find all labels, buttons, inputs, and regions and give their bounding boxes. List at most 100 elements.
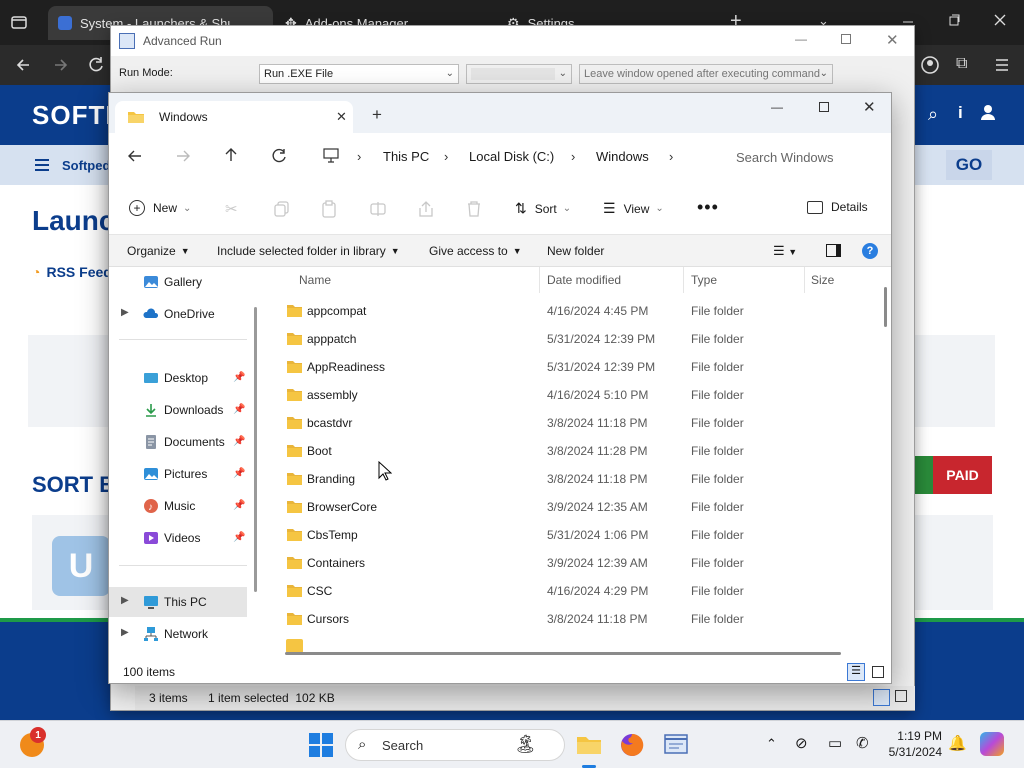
nav-label[interactable]: Softpedi xyxy=(62,158,114,173)
tab-list-icon[interactable] xyxy=(10,13,28,31)
details-button[interactable]: Details xyxy=(807,200,868,214)
info-icon[interactable]: i xyxy=(958,103,963,123)
maximize-icon[interactable] xyxy=(819,102,829,112)
pin-icon[interactable]: 📌 xyxy=(233,436,245,447)
new-tab-icon[interactable]: + xyxy=(372,105,382,125)
hamburger-icon[interactable] xyxy=(34,158,50,172)
pin-icon[interactable]: 📌 xyxy=(233,500,245,511)
secondary-select[interactable]: ⌄ xyxy=(466,64,572,84)
nav-item-this-pc[interactable]: ▶ This PC xyxy=(109,587,247,617)
search-icon[interactable]: ⌕ xyxy=(928,104,938,125)
give-access-menu[interactable]: Give access to ▼ xyxy=(429,244,522,258)
back-icon[interactable] xyxy=(14,55,34,75)
share-icon[interactable] xyxy=(417,200,435,218)
file-row[interactable]: BrowserCore 3/9/2024 12:35 AM File folder xyxy=(259,493,877,521)
copilot-icon[interactable] xyxy=(980,732,1004,756)
column-header-name[interactable]: Name xyxy=(299,273,331,287)
file-row[interactable]: AppReadiness 5/31/2024 12:39 PM File folde… xyxy=(259,353,877,381)
column-header-date[interactable]: Date modified xyxy=(547,273,621,287)
file-row[interactable]: Branding 3/8/2024 11:18 PM File folder xyxy=(259,465,877,493)
close-icon[interactable] xyxy=(990,10,1016,36)
file-explorer-icon[interactable] xyxy=(575,731,603,759)
nav-item-videos[interactable]: Videos 📌 xyxy=(109,523,247,553)
taskbar-search[interactable]: ⌕ Search 🏝 xyxy=(345,729,565,761)
forward-icon[interactable] xyxy=(175,148,191,164)
rename-icon[interactable] xyxy=(369,200,387,218)
breadcrumb-this-pc[interactable]: This PC xyxy=(383,149,429,164)
file-row[interactable]: Containers 3/9/2024 12:39 AM File folder xyxy=(259,549,877,577)
nav-scrollbar[interactable] xyxy=(254,307,257,592)
pin-icon[interactable]: 📌 xyxy=(233,468,245,479)
pin-icon[interactable]: 📌 xyxy=(233,532,245,543)
site-logo[interactable]: SOFTI xyxy=(32,100,114,131)
display-icon[interactable]: ▭ xyxy=(828,734,842,752)
tiles-view-icon[interactable] xyxy=(872,666,884,678)
clock[interactable]: 1:19 PM 5/31/2024 xyxy=(886,728,942,760)
file-row[interactable]: bcastdvr 3/8/2024 11:18 PM File folder xyxy=(259,409,877,437)
app-thumbnail[interactable]: U xyxy=(52,536,110,596)
go-button[interactable]: GO xyxy=(946,150,992,180)
advanced-run-icon[interactable] xyxy=(662,731,690,759)
extensions-icon[interactable]: ⧉ xyxy=(956,55,976,75)
more-options-icon[interactable]: ••• xyxy=(697,197,719,218)
nav-item-downloads[interactable]: Downloads 📌 xyxy=(109,395,247,425)
rss-link[interactable]: ◔ RSS Feed xyxy=(32,264,112,280)
nav-item-gallery[interactable]: Gallery xyxy=(109,267,247,297)
menu-icon[interactable] xyxy=(992,55,1012,75)
start-icon[interactable] xyxy=(307,731,335,759)
file-row[interactable]: Boot 3/8/2024 11:28 PM File folder xyxy=(259,437,877,465)
file-row[interactable]: assembly 4/16/2024 5:10 PM File folder xyxy=(259,381,877,409)
search-input[interactable]: Search Windows xyxy=(724,143,889,173)
new-folder-button[interactable]: New folder xyxy=(547,244,604,258)
close-icon[interactable]: ✕ xyxy=(886,31,899,49)
reload-icon[interactable] xyxy=(86,55,106,75)
nav-item-desktop[interactable]: Desktop 📌 xyxy=(109,363,247,393)
close-icon[interactable]: ✕ xyxy=(863,98,876,116)
chevron-right-icon[interactable]: ▶ xyxy=(121,307,129,318)
bell-icon[interactable]: 🔔 xyxy=(948,734,967,752)
minimize-icon[interactable]: — xyxy=(795,32,807,46)
pin-icon[interactable]: 📌 xyxy=(233,404,245,415)
paste-icon[interactable] xyxy=(320,200,338,218)
close-tab-icon[interactable]: ✕ xyxy=(336,109,347,125)
run-mode-select[interactable]: Run .EXE File ⌄ xyxy=(259,64,459,84)
forward-icon[interactable] xyxy=(50,55,70,75)
view-button[interactable]: ☰ View ⌄ xyxy=(603,200,664,217)
change-view-icon[interactable]: ☰ ▼ xyxy=(773,243,797,259)
include-library-menu[interactable]: Include selected folder in library ▼ xyxy=(217,244,400,258)
accessibility-icon[interactable]: ✆ xyxy=(856,734,869,752)
horizontal-scrollbar[interactable] xyxy=(285,652,841,655)
nav-item-network[interactable]: ▶ Network xyxy=(109,619,247,649)
copy-icon[interactable] xyxy=(273,200,291,218)
nav-item-onedrive[interactable]: ▶ OneDrive xyxy=(109,299,247,329)
user-icon[interactable] xyxy=(980,104,996,120)
cut-icon[interactable]: ✂ xyxy=(225,200,243,218)
pin-icon[interactable]: 📌 xyxy=(233,372,245,383)
column-header-type[interactable]: Type xyxy=(691,273,717,287)
explorer-tab-windows[interactable]: Windows ✕ xyxy=(115,101,353,133)
file-row[interactable]: appcompat 4/16/2024 4:45 PM File folder xyxy=(259,297,877,325)
details-view-icon[interactable]: ☰ xyxy=(847,663,865,681)
up-icon[interactable] xyxy=(223,147,239,163)
firefox-icon[interactable] xyxy=(618,731,646,759)
organize-menu[interactable]: Organize ▼ xyxy=(127,244,190,258)
file-row[interactable]: CSC 4/16/2024 4:29 PM File folder xyxy=(259,577,877,605)
chevron-right-icon[interactable]: ▶ xyxy=(121,627,129,638)
help-icon[interactable]: ? xyxy=(862,243,878,259)
preview-pane-icon[interactable] xyxy=(826,244,841,257)
nav-item-documents[interactable]: Documents 📌 xyxy=(109,427,247,457)
sort-button[interactable]: ⇅ Sort ⌄ xyxy=(515,200,571,217)
file-row[interactable]: Cursors 3/8/2024 11:18 PM File folder xyxy=(259,605,877,633)
chevron-up-icon[interactable]: ⌃ xyxy=(766,736,777,752)
maximize-icon[interactable] xyxy=(841,34,851,44)
file-row[interactable]: CbsTemp 5/31/2024 1:06 PM File folder xyxy=(259,521,877,549)
back-icon[interactable] xyxy=(127,148,143,164)
details-view-icon[interactable] xyxy=(873,689,890,706)
account-icon[interactable] xyxy=(920,55,940,75)
breadcrumb-local-disk[interactable]: Local Disk (C:) xyxy=(469,149,554,164)
window-option-select[interactable]: Leave window opened after executing comm… xyxy=(579,64,833,84)
nav-item-music[interactable]: ♪ Music 📌 xyxy=(109,491,247,521)
refresh-icon[interactable] xyxy=(271,148,287,164)
file-row[interactable]: apppatch 5/31/2024 12:39 PM File folder xyxy=(259,325,877,353)
new-button[interactable]: + New ⌄ xyxy=(129,200,191,216)
